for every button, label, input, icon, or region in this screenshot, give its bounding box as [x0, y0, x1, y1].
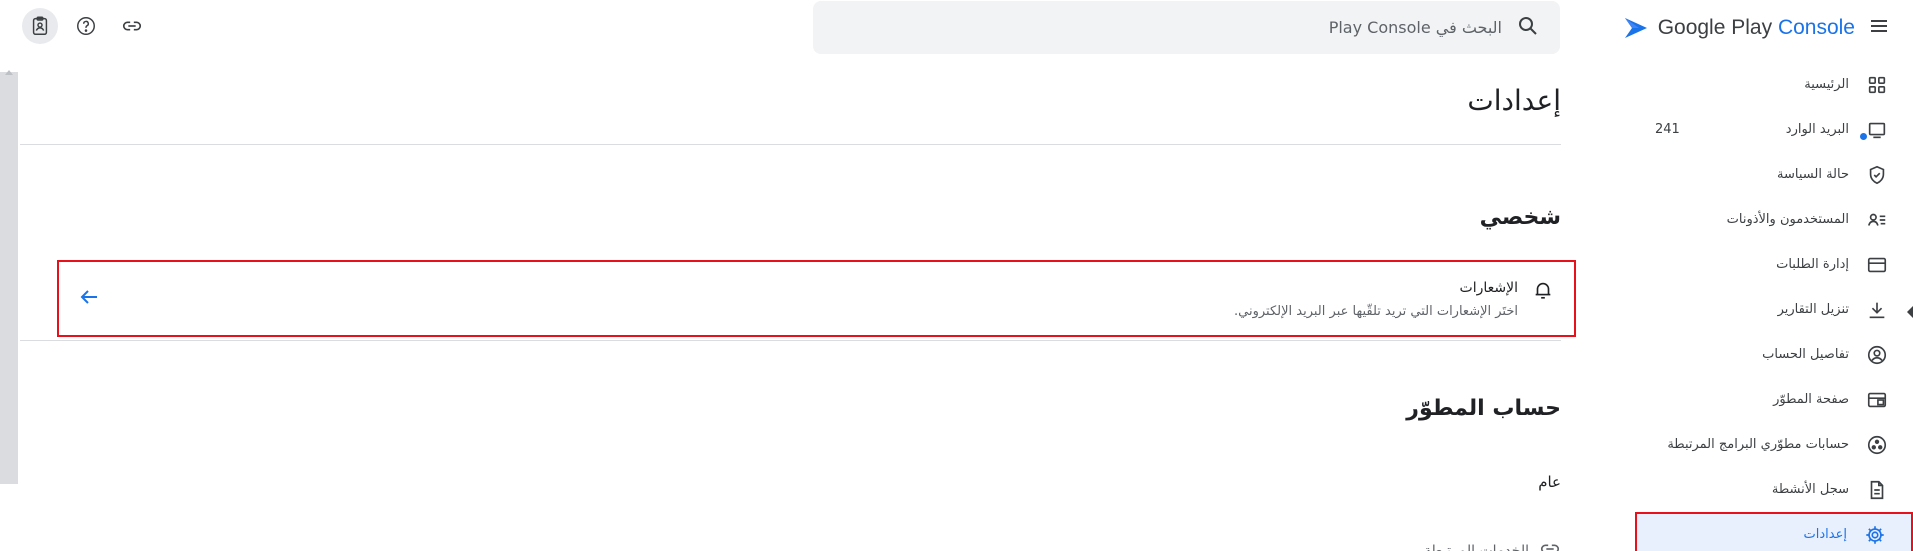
users-permissions-icon — [1865, 208, 1889, 232]
sidebar-item-label: حسابات مطوّري البرامج المرتبطة — [1667, 437, 1849, 452]
sidebar-item-label: إدارة الطلبات — [1776, 257, 1849, 272]
developer-page-icon — [1865, 388, 1889, 412]
link-icon — [1539, 538, 1561, 551]
notifications-setting-content: الإشعارات اختَر الإشعارات التي تريد تلقّ… — [1234, 279, 1554, 319]
credit-card-icon — [1865, 253, 1889, 277]
search-bar[interactable] — [813, 1, 1560, 54]
sidebar-item-home[interactable]: الرئيسية — [1613, 62, 1913, 107]
page-title: إعدادات — [1467, 84, 1561, 117]
scrollbar-track[interactable] — [0, 72, 18, 484]
scroll-up-arrow[interactable] — [5, 70, 13, 75]
account-circle-icon — [1865, 343, 1889, 367]
sidebar-item-account-details[interactable]: تفاصيل الحساب — [1613, 332, 1913, 377]
bell-icon — [1532, 279, 1554, 305]
sidebar-item-order-management[interactable]: إدارة الطلبات — [1613, 242, 1913, 287]
linked-services-row[interactable]: الخدمات المرتبطة — [1424, 538, 1561, 551]
shield-check-icon — [1865, 163, 1889, 187]
link-icon[interactable] — [114, 8, 150, 44]
title-divider — [20, 144, 1561, 145]
clipboard-user-icon[interactable] — [22, 8, 58, 44]
developer-account-section-heading: حساب المطوّر — [1406, 396, 1561, 421]
unread-dot — [1860, 133, 1867, 140]
download-icon — [1865, 298, 1889, 322]
search-icon — [1516, 14, 1540, 42]
sidebar-item-label: إعدادات — [1803, 527, 1847, 542]
sidebar-item-label: تنزيل التقارير — [1777, 302, 1849, 317]
sidebar-item-label: المستخدمون والأذونات — [1726, 212, 1849, 227]
menu-icon[interactable] — [1867, 14, 1891, 42]
sidebar-collapse-handle[interactable] — [1907, 306, 1913, 318]
linked-accounts-icon — [1865, 433, 1889, 457]
sidebar-item-label: الرئيسية — [1804, 77, 1849, 92]
linked-services-label: الخدمات المرتبطة — [1423, 543, 1529, 551]
gear-icon — [1863, 523, 1887, 547]
dashboard-icon — [1865, 73, 1889, 97]
sidebar-item-label: سجل الأنشطة — [1771, 482, 1849, 497]
inbox-icon — [1865, 118, 1889, 142]
help-icon[interactable] — [68, 8, 104, 44]
sidebar-item-label: حالة السياسة — [1777, 167, 1849, 182]
sidebar-item-label: تفاصيل الحساب — [1762, 347, 1849, 362]
search-input[interactable] — [902, 18, 1502, 37]
sidebar-item-inbox[interactable]: البريد الوارد 241 — [1613, 107, 1913, 152]
play-console-logo-icon — [1624, 18, 1647, 38]
sidebar-header: Google Play Console — [1613, 0, 1913, 56]
sidebar-item-users-permissions[interactable]: المستخدمون والأذونات — [1613, 197, 1913, 242]
sidebar-item-settings[interactable]: إعدادات — [1635, 512, 1913, 551]
arrow-left-icon[interactable] — [77, 285, 101, 313]
sidebar-nav: الرئيسية البريد الوارد 241 حالة السياسة — [1613, 62, 1913, 551]
document-icon — [1865, 478, 1889, 502]
personal-divider — [20, 340, 1561, 341]
sidebar-item-linked-developer-accounts[interactable]: حسابات مطوّري البرامج المرتبطة — [1613, 422, 1913, 467]
sidebar-item-developer-page[interactable]: صفحة المطوّر — [1613, 377, 1913, 422]
brand-name: Google Play Console — [1657, 16, 1855, 39]
sidebar-item-label: صفحة المطوّر — [1773, 392, 1849, 407]
notifications-title: الإشعارات — [1459, 279, 1518, 296]
top-toolbar — [22, 8, 150, 44]
personal-section-heading: شخصي — [1479, 205, 1561, 230]
google-play-console-logo[interactable]: Google Play Console — [1622, 14, 1855, 42]
general-subheading: عام — [1538, 473, 1561, 491]
sidebar-item-activity-log[interactable]: سجل الأنشطة — [1613, 467, 1913, 512]
sidebar-item-download-reports[interactable]: تنزيل التقارير — [1613, 287, 1913, 332]
sidebar-item-policy-status[interactable]: حالة السياسة — [1613, 152, 1913, 197]
notifications-description: اختَر الإشعارات التي تريد تلقّيها عبر ال… — [1234, 303, 1518, 319]
play-console-settings-page: إعدادات شخصي الإشعارات اختَر الإشعارات ا… — [0, 0, 1913, 551]
sidebar-item-label: البريد الوارد — [1785, 122, 1849, 137]
notifications-setting-row[interactable]: الإشعارات اختَر الإشعارات التي تريد تلقّ… — [57, 260, 1576, 337]
inbox-count-badge: 241 — [1655, 122, 1680, 137]
